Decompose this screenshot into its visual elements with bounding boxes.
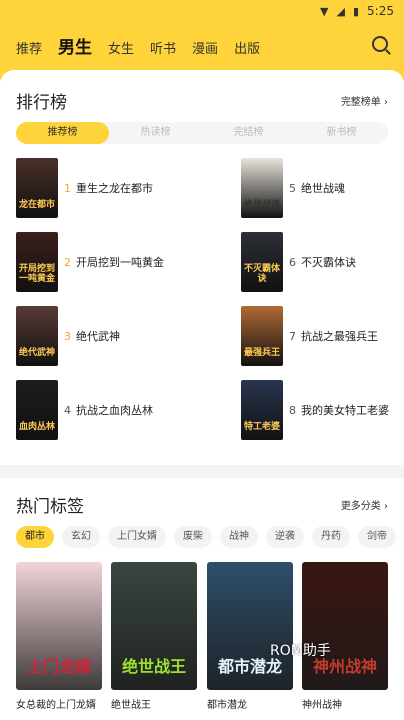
- battery-icon: ▮: [352, 4, 360, 18]
- hot-tags-header: 热门标签 更多分类 ›: [16, 492, 388, 517]
- ranking-item-3[interactable]: 绝代武神 3 绝代武神: [16, 306, 120, 366]
- ranking-item-8[interactable]: 特工老婆 8 我的美女特工老婆: [241, 380, 389, 440]
- ranking-item-6[interactable]: 不灭霸体诀 6 不灭霸体诀: [241, 232, 356, 292]
- book-title: 绝世战魂: [301, 182, 345, 195]
- book-title: 开局挖到一吨黄金: [76, 256, 164, 269]
- status-time: 5:25: [367, 4, 394, 18]
- hot-book-1[interactable]: 上门龙婿 女总裁的上门龙婿: [16, 562, 102, 711]
- book-cover: 绝代武神: [16, 306, 58, 366]
- rank-number: 6: [289, 255, 296, 269]
- book-title: 我的美女特工老婆: [301, 404, 389, 417]
- book-title: 神州战神: [302, 700, 342, 711]
- hot-book-2[interactable]: 绝世战王 绝世战王: [111, 562, 197, 711]
- rank-number: 8: [289, 403, 296, 417]
- tab-female[interactable]: 女生: [108, 40, 134, 60]
- hot-book-4[interactable]: 神州战神 神州战神: [302, 562, 388, 711]
- rank-number: 3: [64, 329, 71, 343]
- ranking-item-7[interactable]: 最强兵王 7 抗战之最强兵王: [241, 306, 378, 366]
- book-cover: 不灭霸体诀: [241, 232, 283, 292]
- tab-publishing[interactable]: 出版: [234, 40, 260, 60]
- book-cover: 最强兵王: [241, 306, 283, 366]
- book-title: 女总裁的上门龙婿: [16, 700, 96, 711]
- hot-tags-title: 热门标签: [16, 497, 84, 517]
- ranking-tab-hot[interactable]: 热读榜: [109, 122, 202, 144]
- wifi-icon: ▼: [320, 4, 329, 18]
- tag-chip[interactable]: 都市: [16, 526, 54, 548]
- book-cover: 特工老婆: [241, 380, 283, 440]
- ranking-item-2[interactable]: 开局挖到一吨黄金 2 开局挖到一吨黄金: [16, 232, 164, 292]
- tag-chip[interactable]: 上门女婿: [108, 526, 166, 548]
- tag-chip[interactable]: 丹药: [312, 526, 350, 548]
- tag-chip[interactable]: 战神: [220, 526, 258, 548]
- signal-icon: ◢: [336, 4, 345, 18]
- ranking-tab-recommend[interactable]: 推荐榜: [16, 122, 109, 144]
- book-cover: 龙在都市: [16, 158, 58, 218]
- book-title: 抗战之最强兵王: [301, 330, 378, 343]
- ranking-item-4[interactable]: 血肉丛林 4 抗战之血肉丛林: [16, 380, 153, 440]
- tab-comics[interactable]: 漫画: [192, 40, 218, 60]
- ranking-tab-completed[interactable]: 完结榜: [202, 122, 295, 144]
- ranking-item-1[interactable]: 龙在都市 1 重生之龙在都市: [16, 158, 153, 218]
- ranking-title: 排行榜: [16, 93, 67, 113]
- tab-male[interactable]: 男生: [58, 36, 92, 60]
- search-icon[interactable]: [372, 36, 388, 52]
- tag-chip[interactable]: 逆袭: [266, 526, 304, 548]
- hot-tags-card: 热门标签 更多分类 › 都市 玄幻 上门女婿 废柴 战神 逆袭 丹药 剑帝 上门…: [0, 478, 404, 720]
- ranking-card: 排行榜 完整榜单 › 推荐榜 热读榜 完结榜 新书榜 龙在都市 1 重生之龙在都…: [0, 70, 404, 465]
- book-cover: 开局挖到一吨黄金: [16, 232, 58, 292]
- ranking-tabs: 推荐榜 热读榜 完结榜 新书榜: [16, 122, 388, 144]
- tab-audiobook[interactable]: 听书: [150, 40, 176, 60]
- book-cover: 上门龙婿: [16, 562, 102, 690]
- ranking-item-5[interactable]: 绝世战魂 5 绝世战魂: [241, 158, 345, 218]
- ranking-header: 排行榜 完整榜单 ›: [16, 88, 388, 113]
- full-ranking-link[interactable]: 完整榜单 ›: [341, 93, 388, 108]
- hot-book-3[interactable]: 都市潜龙 都市潜龙: [207, 562, 293, 711]
- book-cover: 绝世战王: [111, 562, 197, 690]
- rank-number: 7: [289, 329, 296, 343]
- book-title: 绝世战王: [111, 700, 151, 711]
- rank-number: 4: [64, 403, 71, 417]
- status-bar: ▼ ◢ ▮ 5:25: [0, 0, 404, 22]
- book-title: 重生之龙在都市: [76, 182, 153, 195]
- book-title: 绝代武神: [76, 330, 120, 343]
- rank-number: 1: [64, 181, 71, 195]
- book-title: 都市潜龙: [207, 700, 247, 711]
- book-title: 抗战之血肉丛林: [76, 404, 153, 417]
- top-nav: 推荐 男生 女生 听书 漫画 出版: [0, 28, 404, 60]
- book-cover: 绝世战魂: [241, 158, 283, 218]
- book-cover: 都市潜龙: [207, 562, 293, 690]
- tag-chip[interactable]: 玄幻: [62, 526, 100, 548]
- more-categories-link[interactable]: 更多分类 ›: [341, 497, 388, 512]
- book-cover: 血肉丛林: [16, 380, 58, 440]
- ranking-tab-new[interactable]: 新书榜: [295, 122, 388, 144]
- tag-chips: 都市 玄幻 上门女婿 废柴 战神 逆袭 丹药 剑帝: [16, 526, 396, 548]
- tag-chip[interactable]: 剑帝: [358, 526, 396, 548]
- rank-number: 5: [289, 181, 296, 195]
- tab-recommend[interactable]: 推荐: [16, 40, 42, 60]
- book-title: 不灭霸体诀: [301, 256, 356, 269]
- book-cover: 神州战神: [302, 562, 388, 690]
- tag-chip[interactable]: 废柴: [174, 526, 212, 548]
- watermark-text: ROM助手: [270, 643, 331, 659]
- rank-number: 2: [64, 255, 71, 269]
